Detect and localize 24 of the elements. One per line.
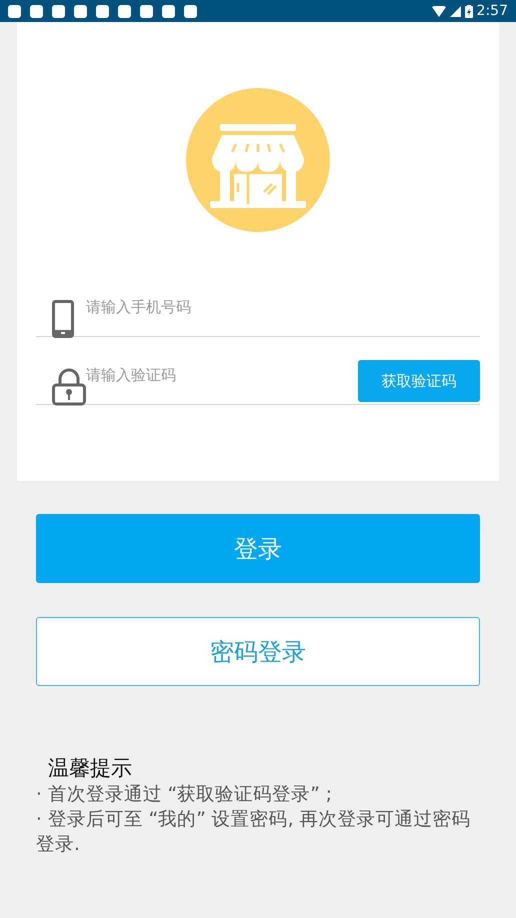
get-code-button[interactable]: 获取验证码	[358, 360, 480, 402]
tip-text: · 首次登录通过 “获取验证码登录” ;	[36, 783, 333, 807]
login-button[interactable]: 登录	[36, 514, 480, 583]
tips-title: 温馨提示	[48, 755, 133, 782]
wifi-icon	[432, 6, 446, 16]
password-login-button[interactable]: 密码登录	[36, 617, 480, 686]
notification-icon	[118, 4, 131, 18]
clock-time: 2:57	[476, 3, 508, 19]
notification-icon	[162, 4, 175, 18]
notification-icon	[74, 4, 87, 18]
phone-input-field[interactable]: 请输入手机号码	[86, 298, 480, 316]
lock-icon	[52, 368, 86, 406]
notification-icon	[30, 4, 43, 18]
battery-icon	[464, 4, 473, 18]
code-input-field[interactable]: 请输入验证码	[86, 366, 358, 384]
notification-icon	[8, 4, 21, 18]
notification-icon	[52, 4, 65, 18]
notification-icon	[184, 4, 197, 18]
notification-icon	[96, 4, 109, 18]
notification-icon	[140, 4, 153, 18]
tip-text: · 登录后可至 “我的” 设置密码, 再次登录可通过密码登录.	[36, 808, 472, 857]
store-logo-icon	[186, 88, 330, 232]
signal-icon	[450, 6, 461, 16]
phone-icon	[52, 300, 74, 338]
